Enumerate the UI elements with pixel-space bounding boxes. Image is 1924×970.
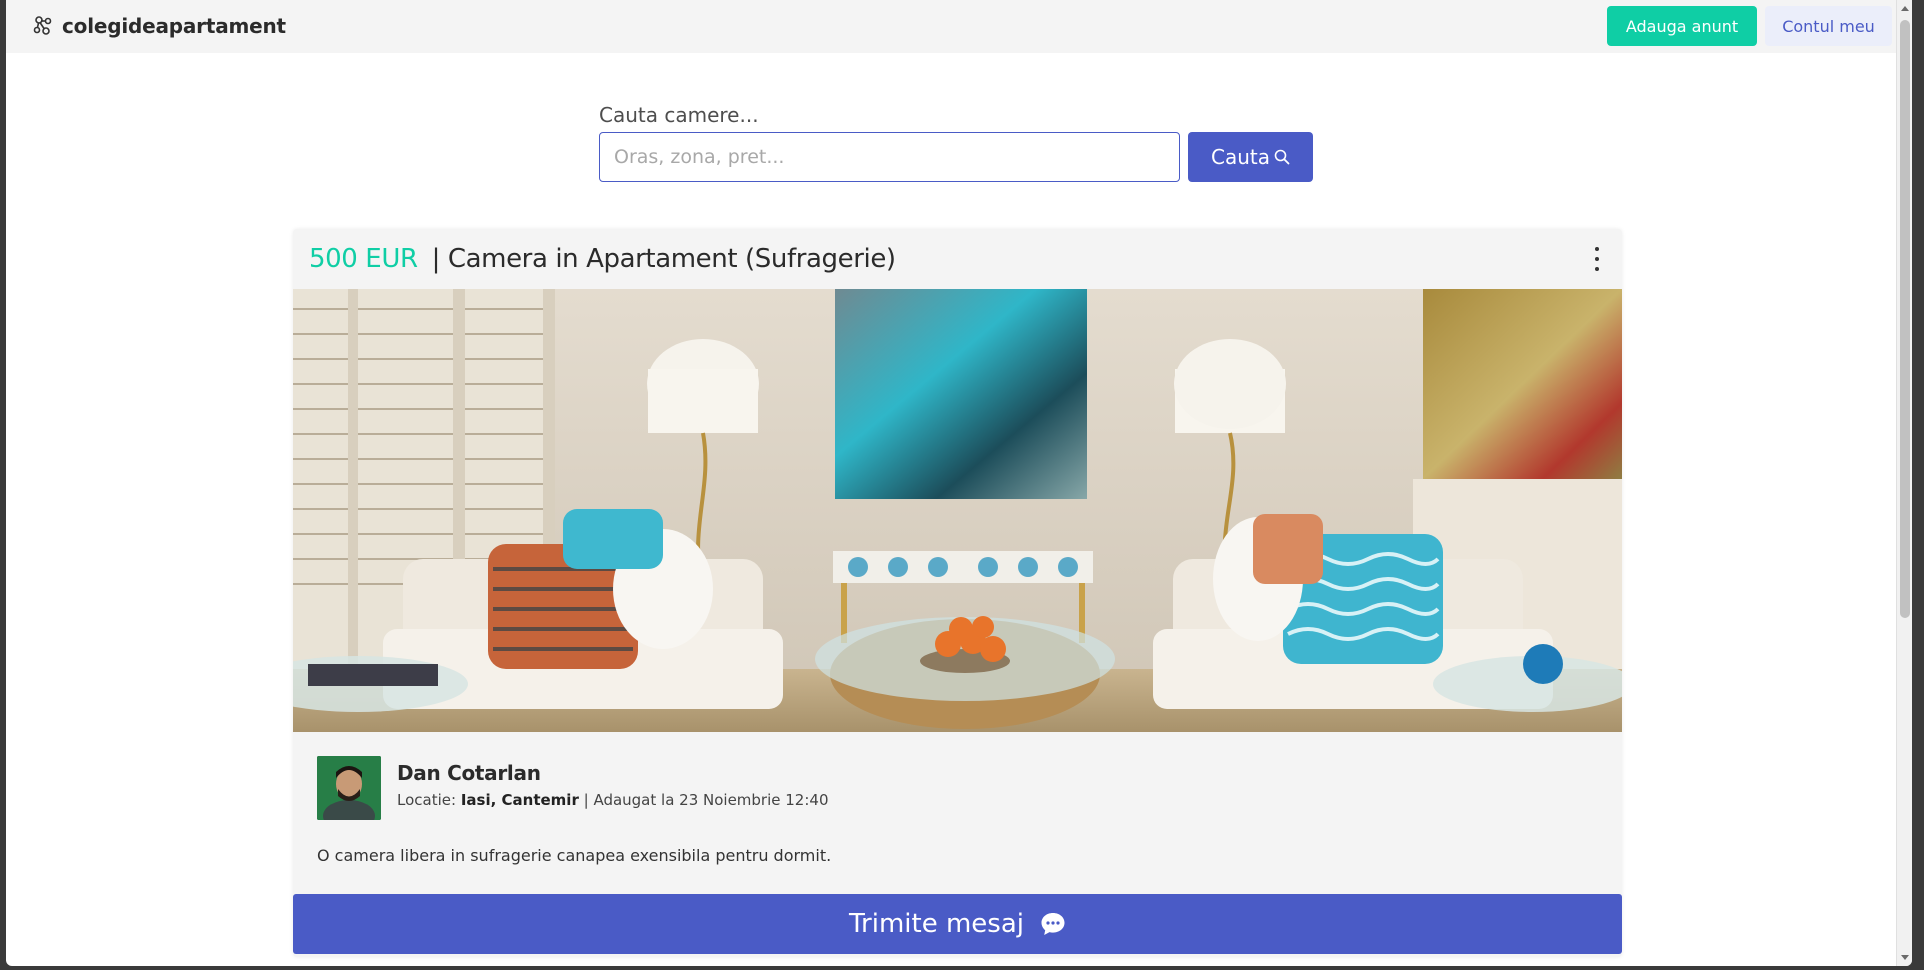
added-date: | Adaugat la 23 Noiembrie 12:40 (583, 791, 829, 809)
listing-card: 500 EUR | Camera in Apartament (Sufrager… (293, 229, 1622, 957)
brand-name: colegideapartament (62, 14, 286, 38)
my-account-button[interactable]: Contul meu (1765, 6, 1892, 46)
location-label: Locatie: (397, 791, 457, 809)
location-value: Iasi, Cantemir (460, 791, 579, 809)
send-message-label: Trimite mesaj (848, 909, 1024, 939)
more-vertical-icon[interactable] (1592, 247, 1602, 271)
logo-molecule-icon (33, 16, 52, 35)
search-input[interactable] (599, 132, 1180, 182)
scrollbar-thumb[interactable] (1900, 20, 1910, 618)
listing-header: 500 EUR | Camera in Apartament (Sufrager… (293, 229, 1622, 289)
user-avatar-image (317, 756, 381, 820)
scroll-up-arrow-icon[interactable] (1901, 6, 1909, 11)
brand-logo[interactable]: colegideapartament (32, 12, 286, 40)
author-name[interactable]: Dan Cotarlan (397, 761, 829, 785)
listing-meta: Locatie: Iasi, Cantemir | Adaugat la 23 … (397, 791, 829, 809)
listing-title[interactable]: | Camera in Apartament (Sufragerie) (432, 244, 896, 274)
search-label: Cauta camere... (599, 103, 759, 127)
vertical-scrollbar[interactable] (1896, 0, 1912, 966)
browser-page: colegideapartament Adauga anunt Contul m… (6, 0, 1912, 966)
author-info: Dan Cotarlan Locatie: Iasi, Cantemir | A… (397, 756, 829, 820)
listing-description: O camera libera in sufragerie canapea ex… (317, 846, 832, 865)
search-button-label: Cauta (1211, 145, 1270, 169)
avatar[interactable] (317, 756, 381, 820)
listing-photo[interactable] (293, 289, 1622, 732)
search-icon (1274, 149, 1290, 165)
add-listing-button[interactable]: Adauga anunt (1607, 6, 1757, 46)
author-block: Dan Cotarlan Locatie: Iasi, Cantemir | A… (317, 756, 829, 820)
chat-bubble-icon (1041, 913, 1065, 935)
search-button[interactable]: Cauta (1188, 132, 1313, 182)
send-message-button[interactable]: Trimite mesaj (293, 894, 1622, 954)
navbar: colegideapartament Adauga anunt Contul m… (6, 0, 1896, 53)
scroll-down-arrow-icon[interactable] (1901, 955, 1909, 960)
living-room-image (293, 289, 1622, 732)
listing-price: 500 EUR (309, 244, 418, 274)
